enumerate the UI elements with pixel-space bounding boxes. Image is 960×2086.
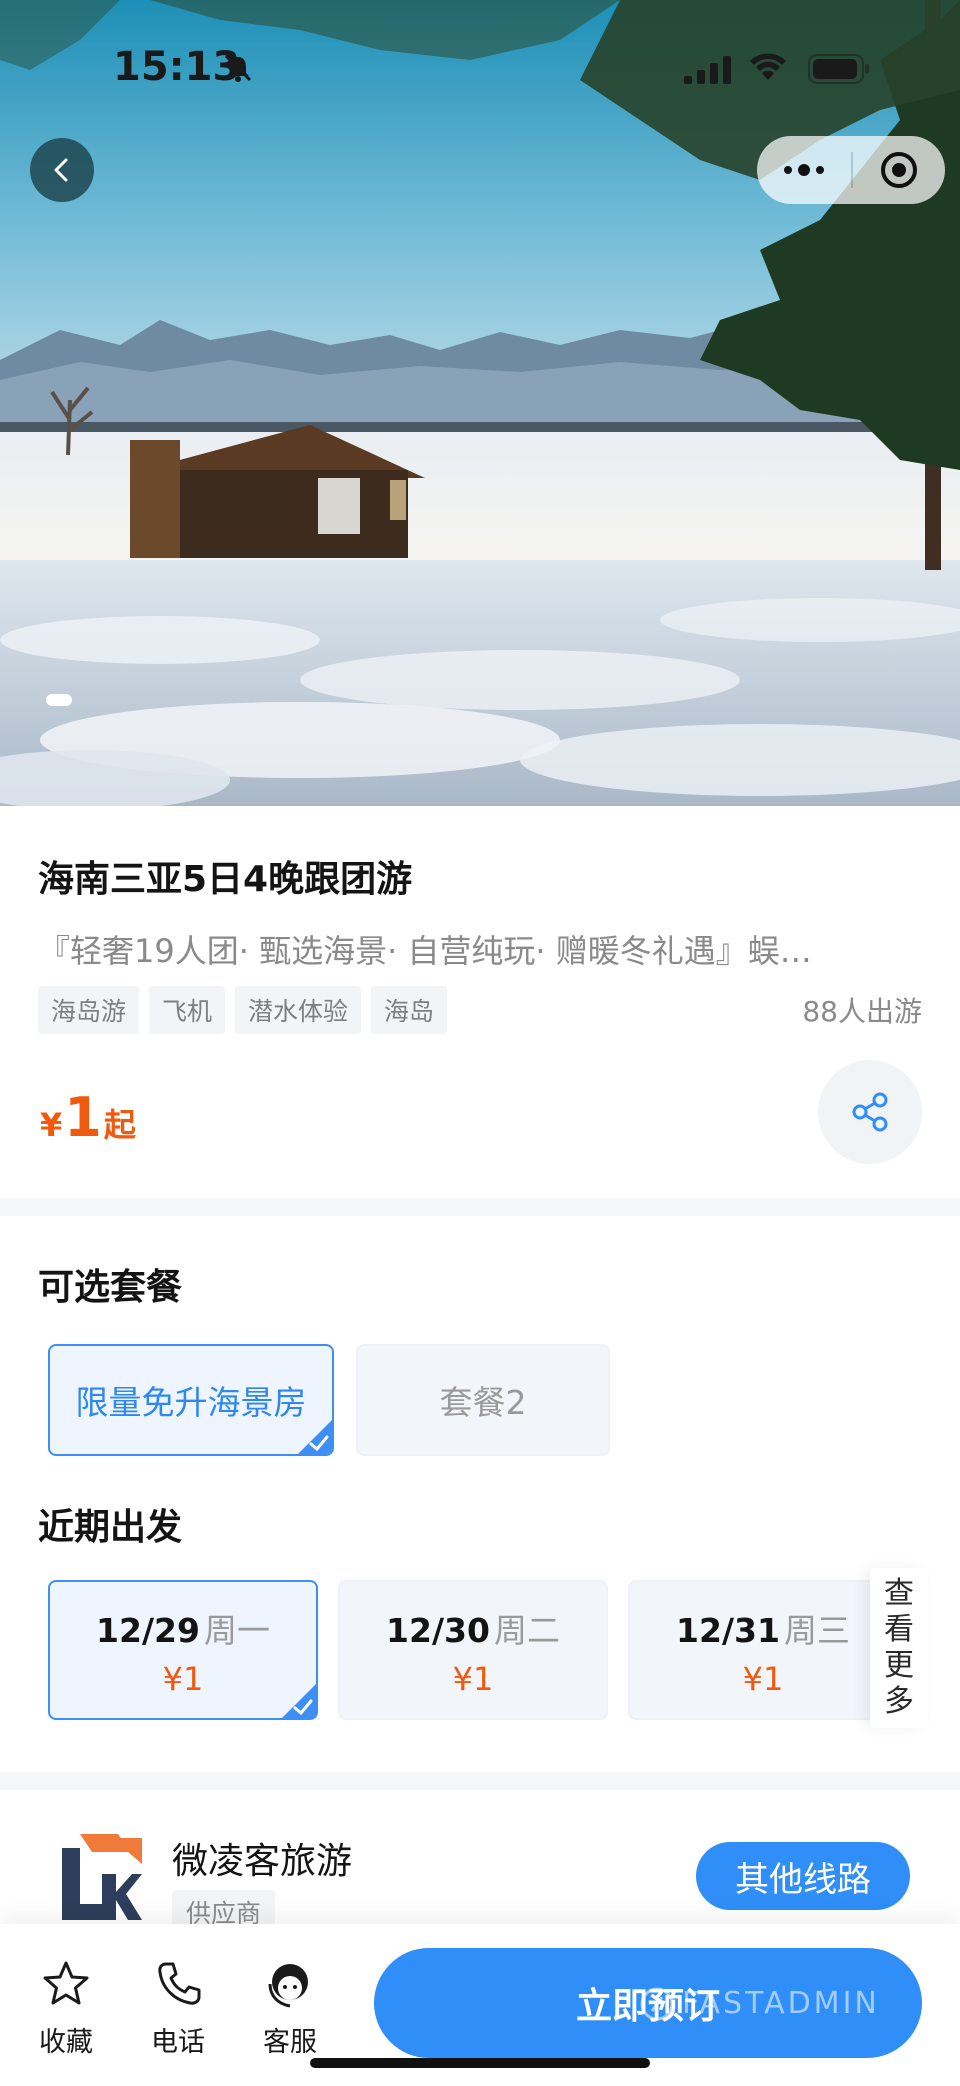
tag: 海岛游 — [38, 986, 140, 1034]
see-more-dates-button[interactable]: 查 看 更 多 — [870, 1568, 928, 1728]
bottom-action-bar: 收藏 电话 客服 立即预订 FASTADMIN — [0, 1924, 960, 2086]
tag: 潜水体验 — [235, 986, 362, 1034]
departure-date: 12/31 — [676, 1611, 780, 1650]
product-info-card: 海南三亚5日4晚跟团游 『轻奢19人团· 甄选海景· 自营纯玩· 赠暖冬礼遇』蜈… — [0, 806, 960, 1198]
more-icon — [784, 164, 824, 176]
home-indicator — [310, 2058, 650, 2068]
price-amount: 1 — [64, 1086, 102, 1149]
departure-price: ¥1 — [742, 1660, 784, 1698]
package-list: 限量免升海景房 套餐2 — [0, 1344, 960, 1456]
check-icon — [298, 1420, 332, 1454]
options-section: 可选套餐 限量免升海景房 套餐2 近期出发 12/29 周一 ¥1 12/30 … — [0, 1216, 960, 1772]
status-bar: 15:13 — [0, 0, 960, 140]
close-target-icon — [881, 152, 917, 188]
product-subtitle: 『轻奢19人团· 甄选海景· 自营纯玩· 赠暖冬礼遇』蜈… — [38, 932, 812, 970]
departure-weekday: 周二 — [493, 1611, 560, 1650]
price-currency: ¥ — [40, 1106, 63, 1144]
watermark-logo-icon — [640, 1987, 674, 2020]
departure-weekday: 周三 — [783, 1611, 850, 1650]
battery-icon — [808, 54, 869, 84]
mini-program-capsule — [757, 136, 945, 204]
see-more-char: 查 — [884, 1576, 914, 1611]
departure-weekday: 周一 — [203, 1611, 270, 1650]
supplier-logo — [62, 1834, 142, 1920]
departure-date-line: 12/30 周二 — [340, 1604, 606, 1652]
departure-list: 12/29 周一 ¥1 12/30 周二 ¥1 12/31 周三 ¥1 查 看 … — [0, 1568, 960, 1728]
share-icon — [852, 1092, 888, 1132]
phone-label: 电话 — [151, 2027, 205, 2058]
check-icon — [282, 1684, 316, 1718]
app-root: 15:13 海南三亚5日4晚跟团游 『轻奢19人团· 甄选海景· 自营纯玩· 赠… — [0, 0, 960, 2086]
service-button[interactable]: 客服 — [250, 1958, 330, 2059]
departure-date: 12/29 — [96, 1611, 200, 1650]
watermark: FASTADMIN — [640, 1986, 880, 2021]
supplier-section: 微凌客旅游 供应商 其他线路 — [0, 1790, 960, 1934]
packages-title: 可选套餐 — [38, 1267, 183, 1308]
departure-date-3[interactable]: 12/31 周三 ¥1 — [628, 1580, 898, 1720]
service-icon — [268, 1964, 308, 2008]
price-suffix: 起 — [103, 1106, 136, 1144]
departure-date-1[interactable]: 12/29 周一 ¥1 — [48, 1580, 318, 1720]
carousel-indicator — [46, 694, 72, 706]
close-button[interactable] — [853, 136, 945, 204]
departure-price: ¥1 — [452, 1660, 494, 1698]
package-label: 套餐2 — [439, 1383, 527, 1422]
section-divider — [0, 1772, 960, 1790]
see-more-char: 多 — [884, 1684, 914, 1719]
see-more-char: 看 — [884, 1612, 914, 1647]
see-more-char: 更 — [884, 1648, 914, 1683]
package-label: 限量免升海景房 — [75, 1383, 307, 1422]
mute-bell-icon — [224, 54, 252, 82]
departure-date-2[interactable]: 12/30 周二 ¥1 — [338, 1580, 608, 1720]
favorite-label: 收藏 — [39, 2027, 93, 2058]
signal-icon — [684, 56, 731, 84]
tag: 海岛 — [371, 986, 448, 1034]
package-option-1[interactable]: 限量免升海景房 — [48, 1344, 334, 1456]
service-label: 客服 — [263, 2027, 317, 2058]
departure-date: 12/30 — [386, 1611, 490, 1650]
back-button[interactable] — [30, 138, 94, 202]
phone-icon — [158, 1962, 201, 2005]
departure-date-line: 12/29 周一 — [50, 1604, 316, 1652]
other-routes-button[interactable]: 其他线路 — [696, 1842, 910, 1910]
product-tags: 海岛游 飞机 潜水体验 海岛 — [38, 986, 448, 1034]
departure-date-line: 12/31 周三 — [630, 1604, 896, 1652]
tag: 飞机 — [149, 986, 226, 1034]
back-icon — [54, 158, 68, 182]
supplier-name: 微凌客旅游 — [172, 1841, 353, 1882]
product-title: 海南三亚5日4晚跟团游 — [38, 859, 413, 900]
package-option-2[interactable]: 套餐2 — [356, 1344, 610, 1456]
star-icon — [43, 1961, 89, 2005]
share-button[interactable] — [818, 1060, 922, 1164]
departures-title: 近期出发 — [38, 1507, 183, 1548]
section-divider — [0, 1198, 960, 1216]
product-price: ¥ 1 起 — [40, 1086, 136, 1149]
traveler-count: 88人出游 — [802, 995, 922, 1028]
phone-button[interactable]: 电话 — [138, 1958, 218, 2059]
favorite-button[interactable]: 收藏 — [26, 1958, 106, 2059]
hero-image[interactable]: 15:13 — [0, 0, 960, 806]
watermark-text: FASTADMIN — [682, 1986, 880, 2021]
wifi-icon — [750, 53, 786, 80]
more-button[interactable] — [757, 136, 851, 204]
